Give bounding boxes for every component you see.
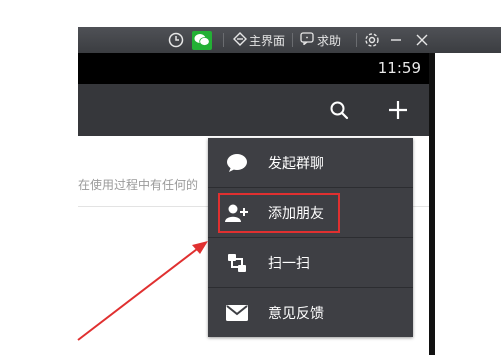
menu-item-scan[interactable]: 扫一扫: [208, 238, 413, 287]
plus-icon[interactable]: [383, 84, 413, 136]
android-status-bar: 11:59: [78, 53, 429, 84]
app-action-bar: [78, 84, 429, 136]
titlebar-divider: [356, 33, 357, 47]
status-time: 11:59: [377, 59, 421, 77]
chat-bubble-icon: [222, 148, 252, 178]
help-icon: [300, 32, 314, 48]
settings-icon[interactable]: [364, 27, 380, 53]
menu-label-group-chat: 发起群聊: [268, 155, 324, 172]
minimize-icon[interactable]: [390, 27, 402, 53]
close-icon[interactable]: [416, 27, 428, 53]
help-button[interactable]: 求助: [300, 27, 341, 53]
search-icon[interactable]: [324, 84, 354, 136]
home-icon: [233, 31, 247, 49]
titlebar-divider: [223, 33, 224, 47]
scan-icon: [222, 248, 252, 278]
wechat-icon[interactable]: [192, 27, 212, 53]
home-button[interactable]: 主界面: [233, 27, 285, 53]
menu-item-group-chat[interactable]: 发起群聊: [208, 138, 413, 187]
notice-text: 在使用过程中有任何的: [78, 178, 199, 192]
window-border: [429, 53, 435, 355]
help-label: 求助: [317, 33, 342, 48]
clock-icon[interactable]: [168, 27, 184, 53]
annotation-highlight-box: [218, 193, 340, 233]
window-right-edge: [429, 53, 501, 355]
plus-popup-menu: 发起群聊 添加朋友 扫一扫 意见反馈: [208, 138, 413, 337]
titlebar-divider: [292, 33, 293, 47]
home-label: 主界面: [249, 33, 286, 48]
mail-icon: [222, 298, 252, 328]
menu-label-feedback: 意见反馈: [268, 305, 324, 322]
menu-item-feedback[interactable]: 意见反馈: [208, 288, 413, 337]
menu-label-scan: 扫一扫: [268, 255, 310, 272]
emulator-titlebar: 主界面 求助: [78, 27, 501, 53]
